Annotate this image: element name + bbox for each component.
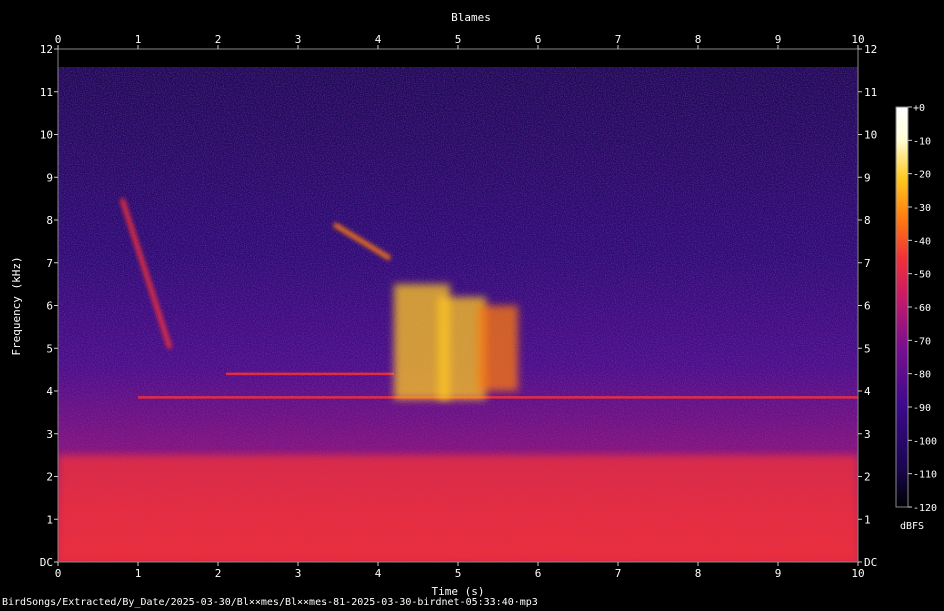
y-axis-right: DC123456789101112 — [858, 43, 877, 569]
y-tick-label-right: 3 — [864, 428, 871, 441]
y-tick-label-right: 8 — [864, 214, 871, 227]
colorbar-label: dBFS — [900, 521, 924, 532]
x-tick-label-top: 7 — [615, 33, 622, 46]
y-tick-label-left: 3 — [46, 428, 53, 441]
y-tick-label-left: 11 — [40, 86, 53, 99]
y-tick-label-right: 12 — [864, 43, 877, 56]
colorbar-tick-label: -80 — [913, 370, 931, 381]
y-tick-label-right: 10 — [864, 129, 877, 142]
y-tick-label-left: 7 — [46, 257, 53, 270]
y-tick-label-right: 11 — [864, 86, 877, 99]
x-tick-label-top: 5 — [455, 33, 462, 46]
colorbar-tick-label: -20 — [913, 170, 931, 181]
y-tick-label-left: 4 — [46, 385, 53, 398]
x-tick-label-top: 10 — [851, 33, 864, 46]
colorbar-tick-label: -10 — [913, 136, 931, 147]
chart-title: Blames — [451, 11, 491, 24]
x-tick-label-top: 4 — [375, 33, 382, 46]
y-tick-label-left: 12 — [40, 43, 53, 56]
y-tick-label-right: 4 — [864, 385, 871, 398]
file-path: BirdSongs/Extracted/By_Date/2025-03-30/B… — [2, 597, 538, 608]
y-tick-label-right: 6 — [864, 300, 871, 313]
x-tick-label-top: 3 — [295, 33, 302, 46]
colorbar-tick-label: -100 — [913, 436, 937, 447]
x-axis-top: 0 1 2 3 4 5 6 7 8 9 10 — [55, 33, 865, 49]
y-tick-label-left: 9 — [46, 171, 53, 184]
colorbar-gradient — [895, 106, 909, 508]
colorbar-tick-label: -30 — [913, 203, 931, 214]
y-tick-label-right: 7 — [864, 257, 871, 270]
y-tick-label-right: 5 — [864, 342, 871, 355]
x-tick-label-bottom: 7 — [615, 567, 622, 580]
x-tick-label-bottom: 1 — [135, 567, 142, 580]
spectrogram-region — [58, 455, 858, 562]
x-tick-label-bottom: 10 — [851, 567, 864, 580]
x-tick-label-bottom: 6 — [535, 567, 542, 580]
y-tick-label-left: 1 — [46, 513, 53, 526]
y-tick-label-left: DC — [40, 556, 53, 569]
colorbar-tick-label: -70 — [913, 336, 931, 347]
colorbar-tick-label: -60 — [913, 303, 931, 314]
colorbar-ticks: +0 -10 -20 -30 -40 -50 -60 -70 -80 -90 -100 -110 -12… — [908, 103, 937, 514]
x-tick-label-bottom: 4 — [375, 567, 382, 580]
y-tick-label-left: 2 — [46, 471, 53, 484]
x-tick-label-top: 1 — [135, 33, 142, 46]
y-tick-label-left: 10 — [40, 129, 53, 142]
top-empty-band — [58, 49, 858, 67]
x-tick-label-top: 6 — [535, 33, 542, 46]
x-tick-label-bottom: 5 — [455, 567, 462, 580]
y-tick-label-right: DC — [864, 556, 877, 569]
colorbar-tick-label: -120 — [913, 503, 937, 514]
spectrogram-region — [478, 305, 518, 391]
x-tick-label-top: 9 — [775, 33, 782, 46]
spectrogram-figure: Blames 0 1 2 3 4 5 6 7 8 9 10 0 1 2 3 4 5 6 7 8 9 10 DC12345… — [10, 11, 937, 598]
x-tick-label-top: 8 — [695, 33, 702, 46]
y-tick-label-right: 9 — [864, 171, 871, 184]
colorbar-tick-label: -40 — [913, 236, 931, 247]
x-tick-label-top: 0 — [55, 33, 62, 46]
x-tick-label-bottom: 0 — [55, 567, 62, 580]
colorbar-tick-label: +0 — [913, 103, 925, 114]
x-tick-label-bottom: 9 — [775, 567, 782, 580]
y-tick-label-right: 1 — [864, 513, 871, 526]
plot-area — [58, 49, 858, 562]
colorbar-tick-label: -110 — [913, 470, 937, 481]
colorbar: +0 -10 -20 -30 -40 -50 -60 -70 -80 -90 -100 -110 -12… — [895, 103, 937, 532]
y-axis-label: Frequency (kHz) — [10, 256, 23, 355]
x-tick-label-top: 2 — [215, 33, 222, 46]
y-tick-label-left: 5 — [46, 342, 53, 355]
x-tick-label-bottom: 8 — [695, 567, 702, 580]
y-tick-label-right: 2 — [864, 471, 871, 484]
x-tick-label-bottom: 2 — [215, 567, 222, 580]
colorbar-tick-label: -50 — [913, 270, 931, 281]
x-axis-bottom: 0 1 2 3 4 5 6 7 8 9 10 — [55, 562, 865, 580]
x-tick-label-bottom: 3 — [295, 567, 302, 580]
y-tick-label-left: 8 — [46, 214, 53, 227]
colorbar-tick-label: -90 — [913, 403, 931, 414]
y-tick-label-left: 6 — [46, 300, 53, 313]
y-axis-left: DC123456789101112 — [40, 43, 58, 569]
